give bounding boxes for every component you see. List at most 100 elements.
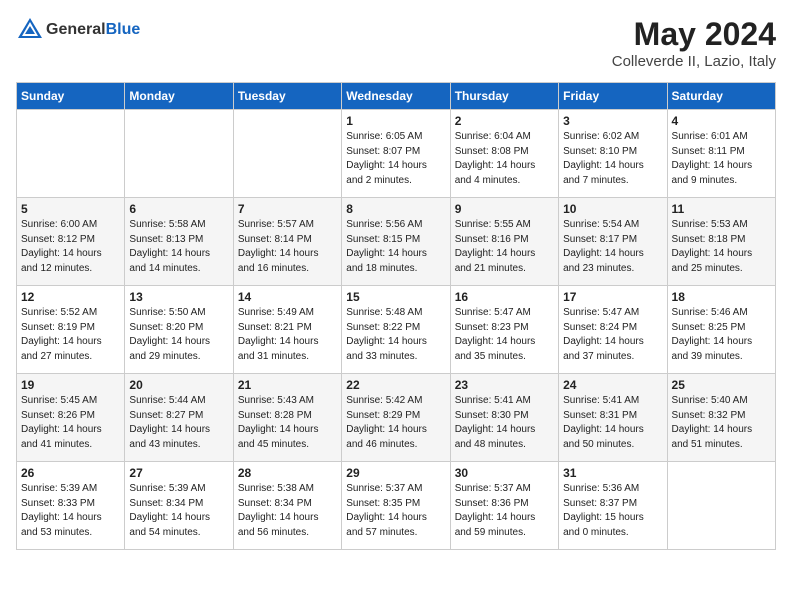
weekday-header-thursday: Thursday xyxy=(450,83,558,110)
day-number: 18 xyxy=(672,290,771,304)
day-info: Sunrise: 5:47 AMSunset: 8:23 PMDaylight:… xyxy=(455,306,554,364)
day-info: Sunrise: 5:36 AMSunset: 8:37 PMDaylight:… xyxy=(563,482,662,540)
day-number: 16 xyxy=(455,290,554,304)
day-number: 7 xyxy=(238,202,337,216)
day-info: Sunrise: 5:50 AMSunset: 8:20 PMDaylight:… xyxy=(129,306,228,364)
day-number: 28 xyxy=(238,466,337,480)
calendar-day-cell: 20Sunrise: 5:44 AMSunset: 8:27 PMDayligh… xyxy=(125,374,233,462)
location-subtitle: Colleverde II, Lazio, Italy xyxy=(612,53,776,70)
weekday-header-friday: Friday xyxy=(559,83,667,110)
day-number: 17 xyxy=(563,290,662,304)
month-title: May 2024 xyxy=(612,16,776,53)
calendar-day-cell xyxy=(17,110,125,198)
calendar-day-cell: 26 Sunrise: 5:39 AMSunset: 8:33 PMDayligh… xyxy=(17,462,125,550)
calendar-day-cell: 1 Sunrise: 6:05 AMSunset: 8:07 PMDaylight… xyxy=(342,110,450,198)
calendar-day-cell: 6Sunrise: 5:58 AMSunset: 8:13 PMDaylight… xyxy=(125,198,233,286)
calendar-day-cell: 17 Sunrise: 5:47 AMSunset: 8:24 PMDayligh… xyxy=(559,286,667,374)
calendar-week-row: 12Sunrise: 5:52 AMSunset: 8:19 PMDayligh… xyxy=(17,286,776,374)
calendar-day-cell: 9Sunrise: 5:55 AMSunset: 8:16 PMDaylight… xyxy=(450,198,558,286)
day-info: Sunrise: 6:04 AMSunset: 8:08 PMDaylight:… xyxy=(455,130,554,188)
day-info: Sunrise: 6:02 AMSunset: 8:10 PMDaylight:… xyxy=(563,130,662,188)
day-number: 24 xyxy=(563,378,662,392)
calendar-day-cell: 30 Sunrise: 5:37 AMSunset: 8:36 PMDayligh… xyxy=(450,462,558,550)
day-info: Sunrise: 5:57 AMSunset: 8:14 PMDaylight:… xyxy=(238,218,337,276)
calendar-day-cell: 31 Sunrise: 5:36 AMSunset: 8:37 PMDayligh… xyxy=(559,462,667,550)
day-number: 31 xyxy=(563,466,662,480)
day-number: 23 xyxy=(455,378,554,392)
calendar-day-cell: 19 Sunrise: 5:45 AMSunset: 8:26 PMDayligh… xyxy=(17,374,125,462)
day-info: Sunrise: 5:41 AMSunset: 8:30 PMDaylight:… xyxy=(455,394,554,452)
day-info: Sunrise: 5:37 AMSunset: 8:36 PMDaylight:… xyxy=(455,482,554,540)
day-info: Sunrise: 5:41 AMSunset: 8:31 PMDaylight:… xyxy=(563,394,662,452)
weekday-header-monday: Monday xyxy=(125,83,233,110)
day-number: 30 xyxy=(455,466,554,480)
calendar-week-row: 19 Sunrise: 5:45 AMSunset: 8:26 PMDayligh… xyxy=(17,374,776,462)
calendar-week-row: 26 Sunrise: 5:39 AMSunset: 8:33 PMDayligh… xyxy=(17,462,776,550)
day-number: 15 xyxy=(346,290,445,304)
day-number: 21 xyxy=(238,378,337,392)
calendar-day-cell: 21 Sunrise: 5:43 AMSunset: 8:28 PMDayligh… xyxy=(233,374,341,462)
calendar-day-cell: 3 Sunrise: 6:02 AMSunset: 8:10 PMDaylight… xyxy=(559,110,667,198)
weekday-header-wednesday: Wednesday xyxy=(342,83,450,110)
calendar-day-cell xyxy=(233,110,341,198)
calendar-day-cell: 16 Sunrise: 5:47 AMSunset: 8:23 PMDayligh… xyxy=(450,286,558,374)
day-info: Sunrise: 6:00 AMSunset: 8:12 PMDaylight:… xyxy=(21,218,120,276)
day-info: Sunrise: 5:39 AMSunset: 8:33 PMDaylight:… xyxy=(21,482,120,540)
day-number: 25 xyxy=(672,378,771,392)
calendar-day-cell: 29Sunrise: 5:37 AMSunset: 8:35 PMDayligh… xyxy=(342,462,450,550)
calendar-day-cell: 13 Sunrise: 5:50 AMSunset: 8:20 PMDayligh… xyxy=(125,286,233,374)
logo: GeneralBlue xyxy=(16,16,140,44)
calendar-day-cell: 28Sunrise: 5:38 AMSunset: 8:34 PMDayligh… xyxy=(233,462,341,550)
calendar-day-cell: 24 Sunrise: 5:41 AMSunset: 8:31 PMDayligh… xyxy=(559,374,667,462)
calendar-week-row: 5 Sunrise: 6:00 AMSunset: 8:12 PMDaylight… xyxy=(17,198,776,286)
calendar-day-cell: 2Sunrise: 6:04 AMSunset: 8:08 PMDaylight… xyxy=(450,110,558,198)
day-number: 5 xyxy=(21,202,120,216)
day-info: Sunrise: 5:55 AMSunset: 8:16 PMDaylight:… xyxy=(455,218,554,276)
calendar-day-cell: 7 Sunrise: 5:57 AMSunset: 8:14 PMDaylight… xyxy=(233,198,341,286)
calendar-day-cell: 25 Sunrise: 5:40 AMSunset: 8:32 PMDayligh… xyxy=(667,374,775,462)
day-info: Sunrise: 6:01 AMSunset: 8:11 PMDaylight:… xyxy=(672,130,771,188)
day-number: 4 xyxy=(672,114,771,128)
calendar-day-cell: 23 Sunrise: 5:41 AMSunset: 8:30 PMDayligh… xyxy=(450,374,558,462)
day-info: Sunrise: 5:49 AMSunset: 8:21 PMDaylight:… xyxy=(238,306,337,364)
day-number: 13 xyxy=(129,290,228,304)
calendar-table: SundayMondayTuesdayWednesdayThursdayFrid… xyxy=(16,82,776,550)
day-info: Sunrise: 5:43 AMSunset: 8:28 PMDaylight:… xyxy=(238,394,337,452)
page-header: GeneralBlue May 2024 Colleverde II, Lazi… xyxy=(16,16,776,70)
calendar-day-cell: 14Sunrise: 5:49 AMSunset: 8:21 PMDayligh… xyxy=(233,286,341,374)
day-info: Sunrise: 5:58 AMSunset: 8:13 PMDaylight:… xyxy=(129,218,228,276)
calendar-day-cell: 10Sunrise: 5:54 AMSunset: 8:17 PMDayligh… xyxy=(559,198,667,286)
calendar-day-cell: 4 Sunrise: 6:01 AMSunset: 8:11 PMDaylight… xyxy=(667,110,775,198)
day-number: 26 xyxy=(21,466,120,480)
calendar-week-row: 1 Sunrise: 6:05 AMSunset: 8:07 PMDaylight… xyxy=(17,110,776,198)
calendar-day-cell: 8 Sunrise: 5:56 AMSunset: 8:15 PMDaylight… xyxy=(342,198,450,286)
day-info: Sunrise: 5:47 AMSunset: 8:24 PMDaylight:… xyxy=(563,306,662,364)
logo-general-text: General xyxy=(46,21,106,38)
day-number: 1 xyxy=(346,114,445,128)
calendar-day-cell xyxy=(667,462,775,550)
calendar-day-cell xyxy=(125,110,233,198)
day-number: 27 xyxy=(129,466,228,480)
weekday-header-sunday: Sunday xyxy=(17,83,125,110)
day-info: Sunrise: 5:53 AMSunset: 8:18 PMDaylight:… xyxy=(672,218,771,276)
title-area: May 2024 Colleverde II, Lazio, Italy xyxy=(612,16,776,70)
day-info: Sunrise: 5:56 AMSunset: 8:15 PMDaylight:… xyxy=(346,218,445,276)
day-number: 8 xyxy=(346,202,445,216)
day-number: 11 xyxy=(672,202,771,216)
weekday-header-saturday: Saturday xyxy=(667,83,775,110)
day-number: 19 xyxy=(21,378,120,392)
calendar-day-cell: 27Sunrise: 5:39 AMSunset: 8:34 PMDayligh… xyxy=(125,462,233,550)
day-info: Sunrise: 5:54 AMSunset: 8:17 PMDaylight:… xyxy=(563,218,662,276)
day-info: Sunrise: 6:05 AMSunset: 8:07 PMDaylight:… xyxy=(346,130,445,188)
calendar-day-cell: 22Sunrise: 5:42 AMSunset: 8:29 PMDayligh… xyxy=(342,374,450,462)
day-info: Sunrise: 5:45 AMSunset: 8:26 PMDaylight:… xyxy=(21,394,120,452)
day-info: Sunrise: 5:44 AMSunset: 8:27 PMDaylight:… xyxy=(129,394,228,452)
day-number: 3 xyxy=(563,114,662,128)
day-info: Sunrise: 5:40 AMSunset: 8:32 PMDaylight:… xyxy=(672,394,771,452)
day-info: Sunrise: 5:48 AMSunset: 8:22 PMDaylight:… xyxy=(346,306,445,364)
calendar-day-cell: 12Sunrise: 5:52 AMSunset: 8:19 PMDayligh… xyxy=(17,286,125,374)
day-info: Sunrise: 5:42 AMSunset: 8:29 PMDaylight:… xyxy=(346,394,445,452)
calendar-day-cell: 18Sunrise: 5:46 AMSunset: 8:25 PMDayligh… xyxy=(667,286,775,374)
logo-icon xyxy=(16,16,44,44)
day-number: 29 xyxy=(346,466,445,480)
